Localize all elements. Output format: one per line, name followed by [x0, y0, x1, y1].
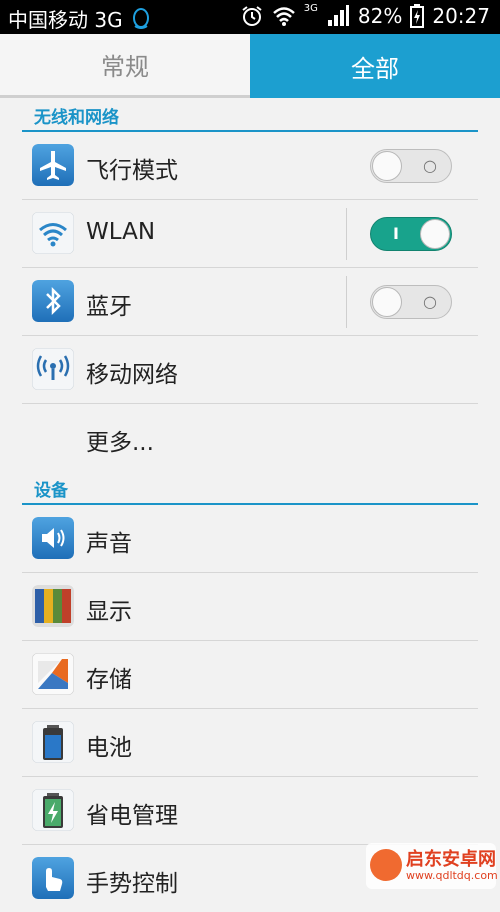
display-row[interactable]: 显示 [22, 573, 478, 641]
section-title: 设备 [34, 481, 68, 501]
site-watermark: 启东安卓网 www.qdltdq.com [366, 843, 498, 889]
battery-row[interactable]: 电池 [22, 709, 478, 777]
gesture-control-label: 手势控制 [86, 871, 178, 897]
clock: 20:27 [432, 4, 490, 28]
power-saving-icon [32, 789, 74, 831]
power-management-row[interactable]: 省电管理 [22, 777, 478, 845]
wlan-label: WLAN [86, 219, 156, 245]
vertical-divider [346, 276, 347, 328]
status-bar: 中国移动 3G 3G 82% 20:27 [0, 0, 500, 34]
toggle-off-glyph: ○ [423, 156, 437, 175]
watermark-logo-icon [370, 849, 402, 881]
bluetooth-icon [32, 280, 74, 322]
more-row[interactable]: 更多... [22, 404, 478, 471]
airplane-mode-toggle[interactable]: ○ [370, 149, 452, 183]
airplane-icon [32, 144, 74, 186]
bluetooth-toggle[interactable]: ○ [370, 285, 452, 319]
mobile-network-row[interactable]: 移动网络 [22, 336, 478, 404]
bluetooth-row[interactable]: 蓝牙 ○ [22, 268, 478, 336]
section-header-wireless: 无线和网络 [0, 98, 500, 132]
qq-icon [132, 7, 149, 29]
storage-row[interactable]: 存储 [22, 641, 478, 709]
antenna-icon [32, 348, 74, 390]
toggle-knob [372, 287, 402, 317]
tab-general-label: 常规 [101, 53, 149, 81]
airplane-mode-label: 飞行模式 [86, 158, 178, 184]
more-label: 更多... [86, 430, 154, 456]
section-header-device: 设备 [0, 471, 500, 505]
display-icon [32, 585, 74, 627]
wlan-toggle[interactable]: I [370, 217, 452, 251]
gesture-icon [32, 857, 74, 899]
signal-icon [327, 5, 349, 26]
tab-all[interactable]: 全部 [250, 34, 500, 98]
settings-tabs: 常规 全部 [0, 34, 500, 98]
airplane-mode-row[interactable]: 飞行模式 ○ [22, 132, 478, 200]
watermark-title: 启东安卓网 [406, 849, 496, 870]
display-label: 显示 [86, 599, 132, 625]
alarm-icon [242, 6, 262, 26]
tab-all-label: 全部 [351, 54, 399, 83]
toggle-on-glyph: I [393, 224, 399, 243]
carrier-label: 中国移动 3G [8, 8, 123, 32]
sound-label: 声音 [86, 531, 132, 557]
battery-label: 电池 [86, 735, 132, 761]
vertical-divider [346, 208, 347, 260]
battery-charging-icon [410, 4, 425, 28]
section-title: 无线和网络 [34, 108, 119, 128]
wlan-row[interactable]: WLAN I [22, 200, 478, 268]
mobile-network-label: 移动网络 [86, 362, 178, 388]
power-management-label: 省电管理 [86, 803, 178, 829]
toggle-knob [372, 151, 402, 181]
toggle-knob [420, 219, 450, 249]
storage-icon [32, 653, 74, 695]
network-type-label: 3G [303, 2, 318, 14]
storage-label: 存储 [86, 667, 132, 693]
battery-icon [32, 721, 74, 763]
tab-general[interactable]: 常规 [0, 34, 250, 98]
speaker-icon [32, 517, 74, 559]
settings-list: 无线和网络 飞行模式 ○ WLAN I 蓝牙 ○ 移动网络 更多... 设备 声… [0, 98, 500, 912]
wifi-status-icon [272, 7, 295, 26]
wifi-icon [32, 212, 74, 254]
sound-row[interactable]: 声音 [22, 505, 478, 573]
battery-percent: 82% [357, 4, 403, 28]
toggle-off-glyph: ○ [423, 292, 437, 311]
bluetooth-label: 蓝牙 [86, 294, 132, 320]
watermark-url: www.qdltdq.com [406, 869, 498, 882]
